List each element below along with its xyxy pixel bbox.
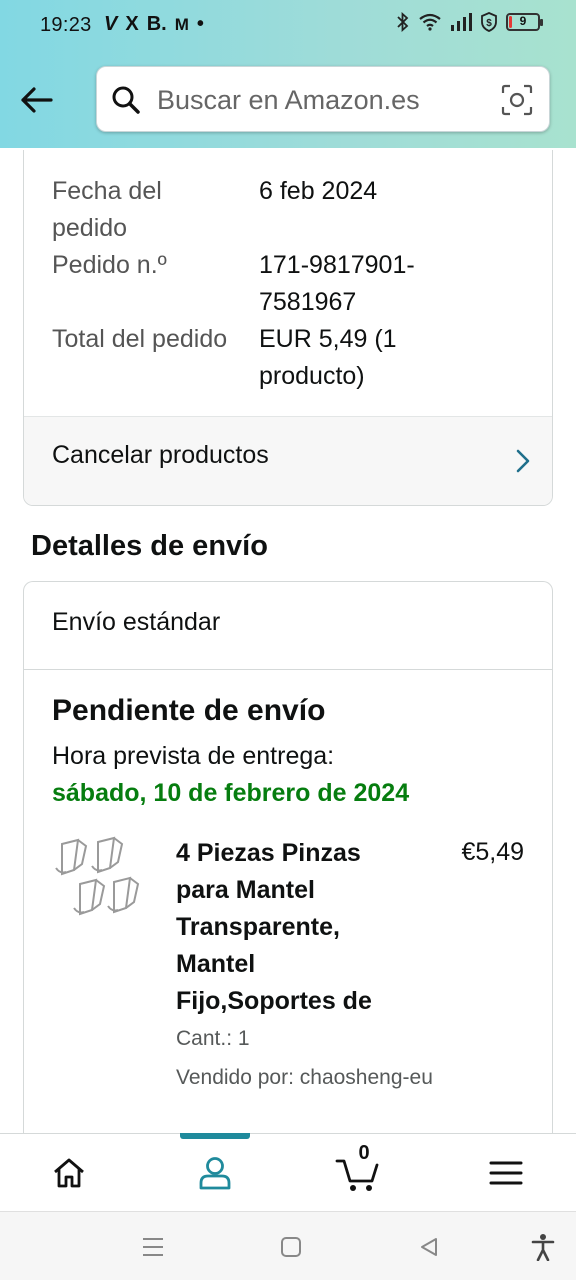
order-number-row: Pedido n.º 171-9817901-7581967: [52, 247, 532, 321]
order-summary-card: Fecha del pedido 6 feb 2024 Pedido n.º 1…: [23, 150, 553, 506]
cancel-products-label: Cancelar productos: [52, 441, 269, 469]
shield-dollar-icon: $: [481, 12, 497, 32]
camera-scan-icon[interactable]: [501, 84, 533, 116]
notification-app-v-icon: V: [104, 13, 118, 35]
arrow-left-icon: [21, 87, 53, 113]
order-date-value: 6 feb 2024: [259, 177, 378, 205]
shipping-details-heading: Detalles de envío: [31, 530, 268, 562]
search-icon: [112, 86, 140, 114]
product-quantity: Cant.: 1: [176, 1027, 250, 1050]
order-number-label: Pedido n.º: [52, 251, 167, 279]
system-status-icons: $ 9: [396, 12, 543, 32]
signal-icon: [451, 13, 472, 31]
notification-app-x-icon: X: [125, 13, 139, 35]
nav-account[interactable]: [191, 1150, 239, 1196]
search-bar[interactable]: [96, 66, 550, 132]
product-title-link[interactable]: 4 Piezas Pinzas para Mantel Transparente…: [176, 835, 416, 1020]
accessibility-icon: [531, 1234, 555, 1261]
notification-dot-icon: •: [196, 13, 204, 35]
back-system-button[interactable]: [414, 1232, 444, 1262]
notification-icons: V X B. M •: [104, 13, 204, 36]
battery-level: 9: [519, 14, 527, 28]
home-system-button[interactable]: [276, 1232, 306, 1262]
order-number-value: 171-9817901-7581967: [259, 251, 415, 316]
home-icon: [54, 1158, 84, 1188]
home-square-icon: [281, 1237, 301, 1257]
bluetooth-icon: [397, 12, 409, 32]
accessibility-button[interactable]: [528, 1232, 558, 1262]
delivery-eta-label: Hora prevista de entrega:: [52, 742, 335, 770]
notification-app-b-icon: B.: [146, 13, 167, 35]
account-icon: [199, 1157, 231, 1190]
product-price: €5,49: [461, 838, 524, 866]
shipping-card: Envío estándar Pendiente de envío Hora p…: [23, 581, 553, 1141]
bottom-navigation: 0: [0, 1133, 576, 1211]
divider: [24, 669, 552, 670]
recents-button[interactable]: [138, 1232, 168, 1262]
back-triangle-icon: [421, 1238, 437, 1256]
battery-icon: 9: [506, 13, 543, 31]
cart-count-badge: 0: [358, 1142, 370, 1164]
order-total-row: Total del pedido EUR 5,49 (1 producto): [52, 321, 532, 395]
svg-text:$: $: [486, 18, 492, 29]
product-image[interactable]: [52, 834, 152, 944]
order-total-value: EUR 5,49 (1 producto): [259, 325, 397, 390]
nav-home[interactable]: [45, 1150, 93, 1196]
delivery-eta-date: sábado, 10 de febrero de 2024: [52, 779, 410, 807]
cancel-products-button[interactable]: Cancelar productos: [24, 416, 552, 505]
order-total-label: Total del pedido: [52, 325, 228, 353]
back-button[interactable]: [16, 80, 56, 120]
nav-menu[interactable]: [482, 1150, 530, 1196]
search-input[interactable]: [157, 77, 487, 123]
notification-mail-icon: M: [174, 14, 189, 34]
status-bar: 19:23 V X B. M • $ 9: [0, 0, 576, 52]
nav-cart[interactable]: 0: [334, 1142, 382, 1196]
active-tab-indicator: [180, 1133, 250, 1139]
order-date-row: Fecha del pedido 6 feb 2024: [52, 173, 532, 247]
wifi-icon: [419, 13, 441, 31]
system-navigation-bar: [0, 1211, 576, 1280]
product-seller: Vendido por: chaosheng-eu: [176, 1066, 433, 1089]
menu-icon: [489, 1161, 523, 1185]
shipping-status: Pendiente de envío: [52, 694, 326, 727]
shipping-method: Envío estándar: [52, 608, 221, 636]
recents-icon: [143, 1238, 163, 1256]
chevron-right-icon: [516, 449, 530, 473]
order-date-label: Fecha del pedido: [52, 177, 162, 242]
status-time: 19:23: [40, 14, 92, 36]
